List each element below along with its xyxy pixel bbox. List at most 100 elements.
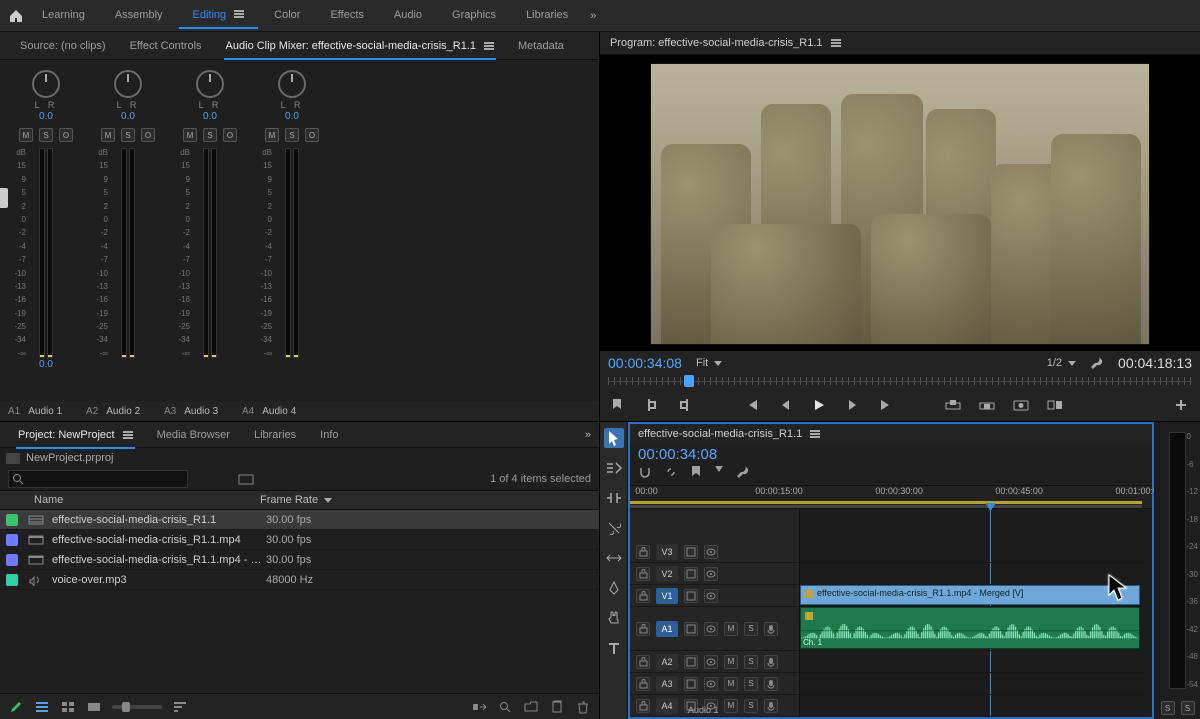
mark-out-icon[interactable] xyxy=(676,396,694,414)
project-item[interactable]: effective-social-media-crisis_R1.1.mp4 3… xyxy=(0,530,599,550)
add-marker-icon[interactable] xyxy=(690,465,702,479)
panel-menu-icon[interactable] xyxy=(484,42,494,50)
tool-ripple-edit[interactable] xyxy=(604,488,624,508)
solo-button[interactable]: S xyxy=(744,655,758,669)
program-zoom-dropdown[interactable]: 1/2 xyxy=(1047,357,1076,369)
lift-icon[interactable] xyxy=(944,396,962,414)
sequence-menu-icon[interactable] xyxy=(810,430,820,438)
program-panel-menu-icon[interactable] xyxy=(831,39,841,47)
channel-name[interactable]: Audio 3 xyxy=(184,406,218,417)
label-chip[interactable] xyxy=(6,534,18,546)
voice-record-icon[interactable] xyxy=(764,655,778,669)
sort-icon[interactable] xyxy=(172,699,188,715)
track-head-a1[interactable]: A1 M S Audio 1 xyxy=(630,607,799,651)
track-tag[interactable]: A1 xyxy=(656,621,678,637)
workspace-graphics[interactable]: Graphics xyxy=(438,3,510,29)
extract-icon[interactable] xyxy=(978,396,996,414)
track-tag[interactable]: A3 xyxy=(656,676,678,692)
tab-libraries[interactable]: Libraries xyxy=(244,422,306,448)
voice-record-icon[interactable] xyxy=(764,622,778,636)
program-timecode-left[interactable]: 00:00:34:08 xyxy=(608,355,682,371)
trash-icon[interactable] xyxy=(575,699,591,715)
track-head-a2[interactable]: A2 M S xyxy=(630,651,799,673)
audio-lane-a1[interactable]: Ch. 1 xyxy=(800,607,1146,651)
mute-button[interactable]: M xyxy=(724,677,738,691)
sync-lock-icon[interactable] xyxy=(684,567,698,581)
voiceover-button[interactable]: O xyxy=(59,128,73,142)
pan-value[interactable]: 0.0 xyxy=(172,111,248,122)
project-item[interactable]: voice-over.mp3 48000 Hz xyxy=(0,570,599,590)
tool-hand[interactable] xyxy=(604,608,624,628)
voice-record-icon[interactable] xyxy=(764,699,778,713)
label-chip[interactable] xyxy=(6,574,18,586)
fader-handle[interactable] xyxy=(0,188,8,208)
pan-knob[interactable] xyxy=(196,70,224,98)
solo-button[interactable]: S xyxy=(121,128,135,142)
workspace-audio[interactable]: Audio xyxy=(380,3,436,29)
tool-razor[interactable] xyxy=(604,518,624,538)
solo-button[interactable]: S xyxy=(744,677,758,691)
audio-lane-a3[interactable] xyxy=(800,673,1146,695)
workspace-editing[interactable]: Editing xyxy=(179,3,259,29)
lock-icon[interactable] xyxy=(636,655,650,669)
mute-button[interactable]: M xyxy=(724,655,738,669)
find-icon[interactable] xyxy=(497,699,513,715)
channel-name[interactable]: Audio 2 xyxy=(106,406,140,417)
pan-knob[interactable] xyxy=(32,70,60,98)
mark-in-icon[interactable] xyxy=(642,396,660,414)
audio-clip[interactable]: Ch. 1 xyxy=(800,607,1140,649)
mute-button[interactable]: M xyxy=(183,128,197,142)
solo-button[interactable]: S xyxy=(39,128,53,142)
mute-button[interactable]: M xyxy=(19,128,33,142)
list-view-icon[interactable] xyxy=(34,699,50,715)
audio-lane-a4[interactable] xyxy=(800,695,1146,717)
solo-button[interactable]: S xyxy=(744,699,758,713)
volume-value[interactable]: 0.0 xyxy=(8,359,84,370)
pan-knob[interactable] xyxy=(278,70,306,98)
new-bin-from-search-icon[interactable] xyxy=(238,473,254,485)
go-to-in-icon[interactable] xyxy=(742,396,760,414)
tool-selection[interactable] xyxy=(604,428,624,448)
solo-button[interactable]: S xyxy=(203,128,217,142)
project-item[interactable]: effective-social-media-crisis_R1.1.mp4 -… xyxy=(0,550,599,570)
track-head-a3[interactable]: A3 M S xyxy=(630,673,799,695)
tab-project[interactable]: Project: NewProject xyxy=(8,422,143,448)
program-fit-dropdown[interactable]: Fit xyxy=(696,357,722,369)
wrench-icon[interactable] xyxy=(1090,356,1104,370)
channel-name[interactable]: Audio 1 xyxy=(28,406,62,417)
audio-lane-a2[interactable] xyxy=(800,651,1146,673)
sync-lock-icon[interactable] xyxy=(684,622,698,636)
workspace-color[interactable]: Color xyxy=(260,3,314,29)
mute-button[interactable]: M xyxy=(101,128,115,142)
program-video-frame[interactable] xyxy=(650,63,1150,345)
toggle-output-icon[interactable] xyxy=(704,655,718,669)
tool-slip[interactable] xyxy=(604,548,624,568)
tab-source[interactable]: Source: (no clips) xyxy=(10,33,116,59)
toggle-output-icon[interactable] xyxy=(704,677,718,691)
go-to-out-icon[interactable] xyxy=(878,396,896,414)
project-panel-menu-icon[interactable] xyxy=(123,431,133,439)
timeline-ruler[interactable]: 00:0000:00:15:0000:00:30:0000:00:45:0000… xyxy=(630,485,1152,509)
pan-knob[interactable] xyxy=(114,70,142,98)
workspace-assembly[interactable]: Assembly xyxy=(101,3,177,29)
voice-record-icon[interactable] xyxy=(764,677,778,691)
overflow-icon[interactable]: » xyxy=(590,10,596,22)
mute-button[interactable]: M xyxy=(724,699,738,713)
video-clip[interactable]: effective-social-media-crisis_R1.1.mp4 -… xyxy=(800,585,1140,605)
mute-button[interactable]: M xyxy=(724,622,738,636)
solo-button[interactable]: S xyxy=(285,128,299,142)
freeform-view-icon[interactable] xyxy=(86,699,102,715)
play-icon[interactable] xyxy=(810,396,828,414)
pencil-icon[interactable] xyxy=(8,699,24,715)
track-tag[interactable]: A2 xyxy=(656,654,678,670)
mute-button[interactable]: M xyxy=(265,128,279,142)
video-lane-v3[interactable] xyxy=(800,541,1146,563)
lock-icon[interactable] xyxy=(636,699,650,713)
col-header-framerate[interactable]: Frame Rate xyxy=(260,494,340,506)
project-search-input[interactable] xyxy=(8,470,188,488)
sync-lock-icon[interactable] xyxy=(684,677,698,691)
workspace-effects[interactable]: Effects xyxy=(316,3,377,29)
lock-icon[interactable] xyxy=(636,677,650,691)
toggle-output-icon[interactable] xyxy=(704,589,718,603)
toggle-output-icon[interactable] xyxy=(704,545,718,559)
